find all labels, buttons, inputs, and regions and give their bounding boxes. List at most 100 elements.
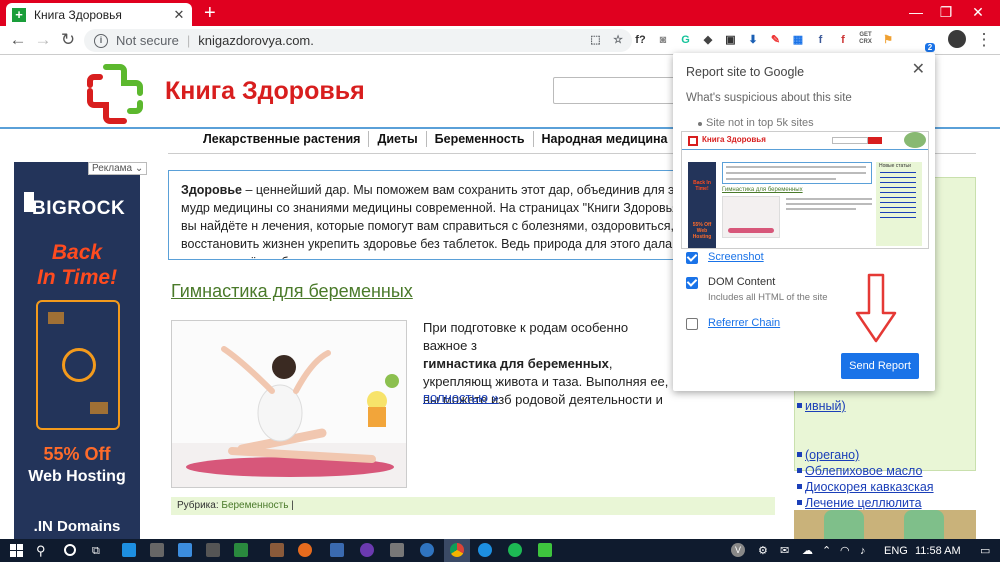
site-title[interactable]: Книга Здоровья (165, 77, 365, 106)
sidebar-article-link[interactable]: Диоскорея кавказская (805, 480, 934, 494)
menu-item[interactable]: Диеты (369, 131, 427, 147)
report-badge: 2 (925, 43, 935, 52)
notifications-icon[interactable]: ▭ (980, 544, 990, 558)
article-title-link[interactable]: Гимнастика для беременных (171, 281, 413, 302)
profile-avatar[interactable] (948, 30, 966, 48)
browser-tab[interactable]: + Книга Здоровья ✕ (6, 3, 192, 26)
font-icon[interactable]: f (835, 32, 852, 49)
maximize-window-icon[interactable]: ❐ (936, 4, 956, 21)
store-icon[interactable] (390, 543, 404, 557)
sidebar-article-link[interactable]: Облепиховое масло (805, 464, 922, 478)
preview-ad-text: Back In Time! (693, 180, 711, 192)
show-hidden-icons-icon[interactable]: ⌃ (822, 544, 831, 558)
article-text-bold: гимнастика для беременных (423, 356, 609, 371)
tray-app-icon[interactable]: ⚙ (758, 544, 768, 558)
pdf-icon[interactable]: ✎ (767, 32, 784, 49)
main-menu: Лекарственные растения Диеты Беременность Н… (195, 131, 753, 147)
option-label[interactable]: Screenshot (708, 251, 764, 263)
tray-user-icon[interactable]: V (731, 543, 745, 557)
info-icon[interactable]: i (94, 33, 108, 48)
spotify-icon[interactable] (508, 543, 522, 557)
camtasia-icon[interactable] (538, 543, 552, 557)
close-window-icon[interactable]: ✕ (968, 4, 988, 21)
drive-icon[interactable] (234, 543, 248, 557)
option-description: Includes all HTML of the site (708, 292, 828, 303)
firefox-icon[interactable] (298, 543, 312, 557)
back-icon[interactable]: ← (8, 31, 28, 49)
option-checkbox[interactable] (686, 252, 698, 264)
bigrock-ad-banner[interactable]: BIGROCK Back In Time! 55% Off Web Hostin… (14, 162, 140, 539)
option-checkbox[interactable] (686, 277, 698, 289)
new-tab-button[interactable]: + (204, 2, 216, 24)
omnibox-separator: | (186, 33, 191, 48)
facebook-icon[interactable]: f (812, 32, 829, 49)
sidebar-article-link[interactable]: (орегано) (805, 448, 859, 462)
tray-app-2-icon[interactable]: ✉ (780, 544, 789, 558)
windows-start-icon[interactable] (10, 544, 23, 557)
app-2-icon[interactable] (270, 543, 284, 557)
preview-article-title: Гимнастика для беременных (722, 187, 803, 193)
url-text[interactable]: knigazdorovya.com. (198, 33, 314, 48)
option-label[interactable]: Referrer Chain (708, 317, 780, 329)
app-icon[interactable] (206, 543, 220, 557)
ad-label[interactable]: Реклама ⌄ (88, 162, 148, 175)
calendar-app-icon[interactable] (330, 543, 344, 557)
ad-offer-subtitle: Web Hosting (28, 468, 126, 485)
rubric-label: Рубрика: (177, 500, 219, 511)
camera-icon[interactable]: ◙ (655, 32, 672, 49)
minimize-window-icon[interactable]: — (906, 4, 926, 20)
translate-icon[interactable]: ⬚ (587, 32, 604, 49)
edge-icon[interactable] (122, 543, 136, 557)
address-bar[interactable]: i Not secure | knigazdorovya.com. (84, 29, 632, 52)
ad-headline: Back In Time! (14, 240, 140, 290)
language-indicator[interactable]: ENG (884, 544, 908, 558)
picture-in-picture-icon[interactable]: ▣ (722, 32, 739, 49)
send-report-button[interactable]: Send Report (841, 353, 919, 379)
calendar-icon[interactable]: ▦ (790, 32, 807, 49)
firefox-dev-icon[interactable] (360, 543, 374, 557)
sidebar-article-link[interactable]: ивный) (805, 399, 846, 413)
sidebar-article-link[interactable]: Лечение целлюлита (805, 496, 922, 510)
article-photo[interactable] (171, 320, 407, 488)
task-view-icon[interactable]: ⧉ (92, 544, 100, 558)
forward-icon[interactable]: → (33, 31, 53, 49)
volume-icon[interactable]: ♪ (860, 544, 866, 558)
sidebar-bullet (797, 484, 802, 489)
function-icon[interactable]: f? (632, 32, 649, 49)
wifi-icon[interactable]: ◠ (840, 544, 850, 558)
sidebar-bottom-banner[interactable] (794, 510, 976, 539)
shield-icon[interactable]: ◆ (700, 32, 717, 49)
article-text-1: При подготовке к родам особенно важное з (423, 320, 629, 353)
grammarly-icon[interactable]: G (677, 32, 694, 49)
rubric-link[interactable]: Беременность (221, 500, 288, 511)
clock[interactable]: 11:58 AM (915, 544, 961, 558)
mail-icon[interactable] (178, 543, 192, 557)
download-icon[interactable]: ⬇ (745, 32, 762, 49)
bookmark-star-icon[interactable]: ☆ (610, 32, 627, 49)
cortana-icon[interactable] (64, 544, 76, 556)
reload-icon[interactable]: ↻ (58, 31, 78, 49)
report-flag-icon[interactable]: ⚑ (880, 32, 897, 49)
menu-item[interactable]: Народная медицина (534, 131, 677, 147)
tray-network-icon[interactable]: ☁ (802, 544, 813, 558)
menu-item[interactable]: Лекарственные растения (195, 131, 370, 147)
ie-icon[interactable] (420, 543, 434, 557)
sidebar-bullet (797, 403, 802, 408)
popup-question: What's suspicious about this site (686, 92, 852, 104)
popup-close-icon[interactable]: ✕ (912, 59, 925, 79)
search-icon[interactable]: ⚲ (36, 544, 46, 558)
ad-headline-line-1: Back (51, 241, 103, 264)
menu-item[interactable]: Беременность (427, 131, 534, 147)
get-crx-icon[interactable]: GET CRX (857, 32, 874, 49)
edge-beta-icon[interactable] (478, 543, 492, 557)
ad-clock-graphic-icon (36, 300, 120, 430)
screenshot-preview: Книга Здоровья Back In Time! 55% Off Web… (681, 131, 929, 249)
read-more-link[interactable]: полностью » (423, 390, 499, 405)
active-chrome-taskbar-slot[interactable] (444, 539, 470, 562)
menu-kebab-icon[interactable]: ⋮ (974, 31, 994, 49)
explorer-icon[interactable] (150, 543, 164, 557)
rubric-bar: Рубрика: Беременность | (171, 497, 775, 515)
close-tab-icon[interactable]: ✕ (172, 7, 186, 23)
site-search-input[interactable] (553, 77, 683, 104)
option-checkbox[interactable] (686, 318, 698, 330)
